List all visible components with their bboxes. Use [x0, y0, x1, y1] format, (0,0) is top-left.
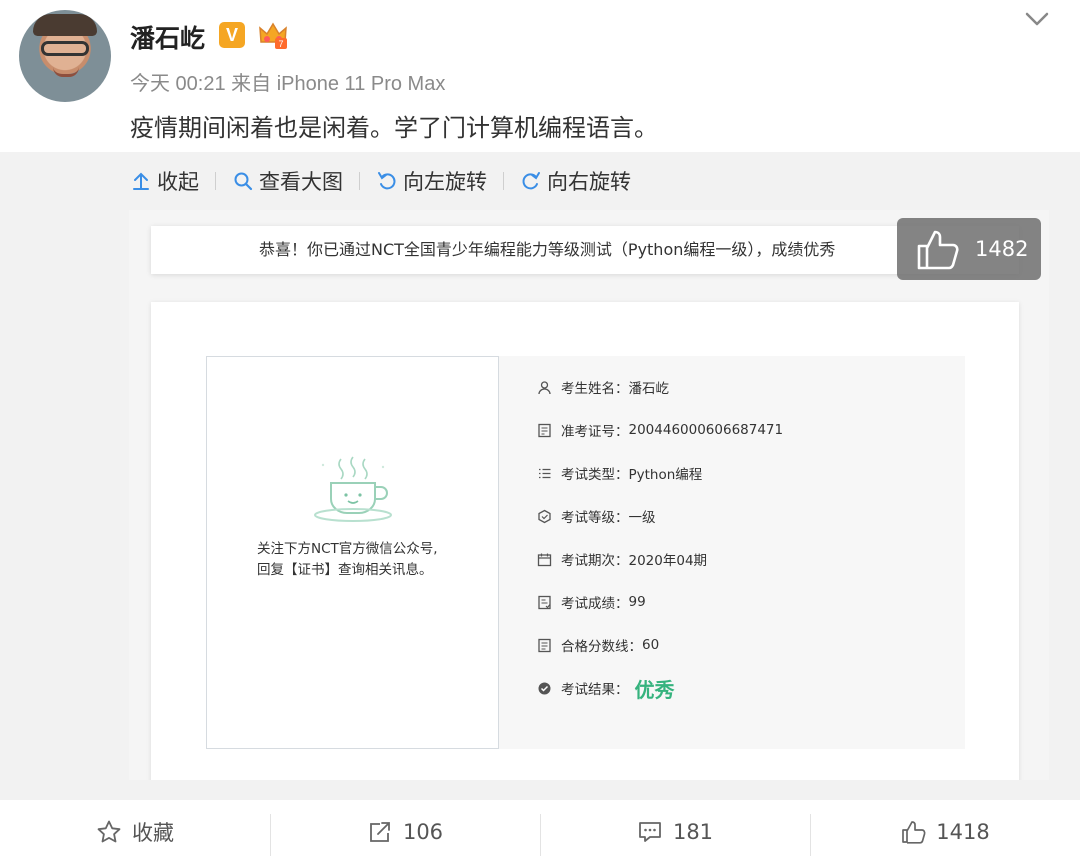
post-meta: 今天 00:21 来自 iPhone 11 Pro Max: [130, 73, 446, 95]
field-value: 200446000606687471: [628, 422, 784, 438]
like-count: 1418: [936, 819, 990, 844]
view-large-label: 查看大图: [259, 170, 343, 194]
favorite-button[interactable]: 收藏: [0, 800, 270, 863]
rotate-right-icon: [522, 172, 540, 190]
view-large-button[interactable]: 查看大图: [232, 166, 343, 196]
field-value: 60: [642, 637, 660, 653]
rotate-left-button[interactable]: 向左旋转: [376, 166, 487, 196]
field-label: 考试类型：: [561, 467, 629, 483]
congrats-banner: 恭喜！你已通过NCT全国青少年编程能力等级测试（Python编程一级），成绩优秀: [151, 226, 1019, 274]
score-icon: [538, 595, 551, 609]
person-icon: [538, 380, 551, 394]
image-toolbar: 收起 查看大图 向左旋转 向右旋转: [130, 166, 631, 196]
rotate-right-button[interactable]: 向右旋转: [520, 166, 631, 196]
verified-badge-icon: V: [219, 22, 245, 48]
field-label: 考试等级：: [561, 510, 629, 526]
avatar[interactable]: [19, 10, 111, 102]
comment-icon: [639, 821, 661, 842]
comment-count: 181: [672, 819, 714, 844]
post-text: 疫情期间闲着也是闲着。学了门计算机编程语言。: [130, 114, 658, 142]
toolbar-divider: [215, 172, 216, 190]
result-check-icon: [538, 682, 551, 694]
field-pass-line: 合格分数线： 60: [537, 635, 659, 655]
collapse-label: 收起: [157, 170, 199, 194]
like-button[interactable]: 1418: [810, 800, 1080, 863]
action-bar: 收藏 106 181 1418: [0, 800, 1080, 863]
rotate-left-icon: [378, 172, 396, 190]
image-like-button[interactable]: 1482: [897, 218, 1041, 280]
crown-badge-icon: 7: [259, 22, 287, 49]
image-like-count: 1482: [975, 237, 1029, 261]
list-icon: [539, 468, 551, 478]
toolbar-divider: [503, 172, 504, 190]
certificate-card: 关注下方NCT官方微信公众号, 回复【证书】查询相关讯息。 考生姓名： 潘石屹 …: [151, 302, 1019, 780]
calendar-icon: [537, 553, 552, 566]
search-icon: [234, 172, 253, 191]
field-exam-type: 考试类型： Python编程: [537, 463, 702, 483]
field-label: 考试期次：: [561, 553, 629, 569]
level-badge-icon: [538, 509, 551, 523]
rotate-right-label: 向右旋转: [547, 170, 631, 194]
field-exam-session: 考试期次： 2020年04期: [537, 549, 707, 569]
repost-button[interactable]: 106: [270, 800, 540, 863]
field-value: 一级: [628, 510, 656, 526]
rotate-left-label: 向左旋转: [403, 170, 487, 194]
field-value: 2020年04期: [628, 553, 708, 569]
field-label: 考试成绩：: [561, 596, 629, 612]
field-value: Python编程: [628, 467, 703, 483]
pass-line-icon: [538, 638, 551, 652]
username[interactable]: 潘石屹: [130, 19, 205, 55]
field-score: 考试成绩： 99: [537, 592, 646, 612]
field-value: 99: [628, 594, 646, 610]
thumbs-up-icon: [917, 230, 959, 270]
result-value: 优秀: [634, 677, 675, 702]
field-result: 考试结果： 优秀: [537, 678, 675, 702]
certificate-image[interactable]: 恭喜！你已通过NCT全国青少年编程能力等级测试（Python编程一级），成绩优秀…: [129, 210, 1049, 780]
field-label: 合格分数线：: [561, 639, 642, 655]
field-name: 考生姓名： 潘石屹: [537, 377, 669, 397]
arrow-up-icon: [133, 172, 149, 190]
field-admission-no: 准考证号： 200446000606687471: [537, 420, 783, 440]
thumbs-up-icon: [902, 820, 926, 844]
wechat-note-line2: 回复【证书】查询相关讯息。: [257, 562, 433, 578]
certificate-details: 考生姓名： 潘石屹 准考证号： 200446000606687471 考试类型：…: [499, 356, 965, 749]
field-label: 考试结果：: [561, 682, 629, 698]
chevron-down-icon[interactable]: [1024, 10, 1050, 28]
id-card-icon: [538, 423, 551, 437]
comment-button[interactable]: 181: [540, 800, 810, 863]
certificate-qr-panel: 关注下方NCT官方微信公众号, 回复【证书】查询相关讯息。: [206, 356, 499, 749]
media-panel: 收起 查看大图 向左旋转 向右旋转 恭喜！你已通过NCT全国青少年编程能力等级测…: [0, 152, 1080, 800]
field-label: 准考证号：: [561, 424, 629, 440]
repost-count: 106: [402, 819, 444, 844]
collapse-button[interactable]: 收起: [130, 166, 199, 196]
favorite-label: 收藏: [132, 820, 174, 845]
star-icon: [97, 820, 121, 842]
field-value: 潘石屹: [628, 381, 670, 397]
weibo-post: 潘石屹 V 7 今天 00:21 来自 iPhone 11 Pro Max 疫情…: [0, 0, 1080, 863]
repost-icon: [370, 821, 390, 842]
coffee-cup-icon: [314, 456, 392, 522]
svg-text:7: 7: [278, 39, 283, 49]
toolbar-divider: [359, 172, 360, 190]
field-label: 考生姓名：: [561, 381, 629, 397]
wechat-note: 关注下方NCT官方微信公众号, 回复【证书】查询相关讯息。: [257, 539, 477, 581]
field-exam-level: 考试等级： 一级: [537, 506, 656, 526]
wechat-note-line1: 关注下方NCT官方微信公众号,: [257, 541, 438, 557]
